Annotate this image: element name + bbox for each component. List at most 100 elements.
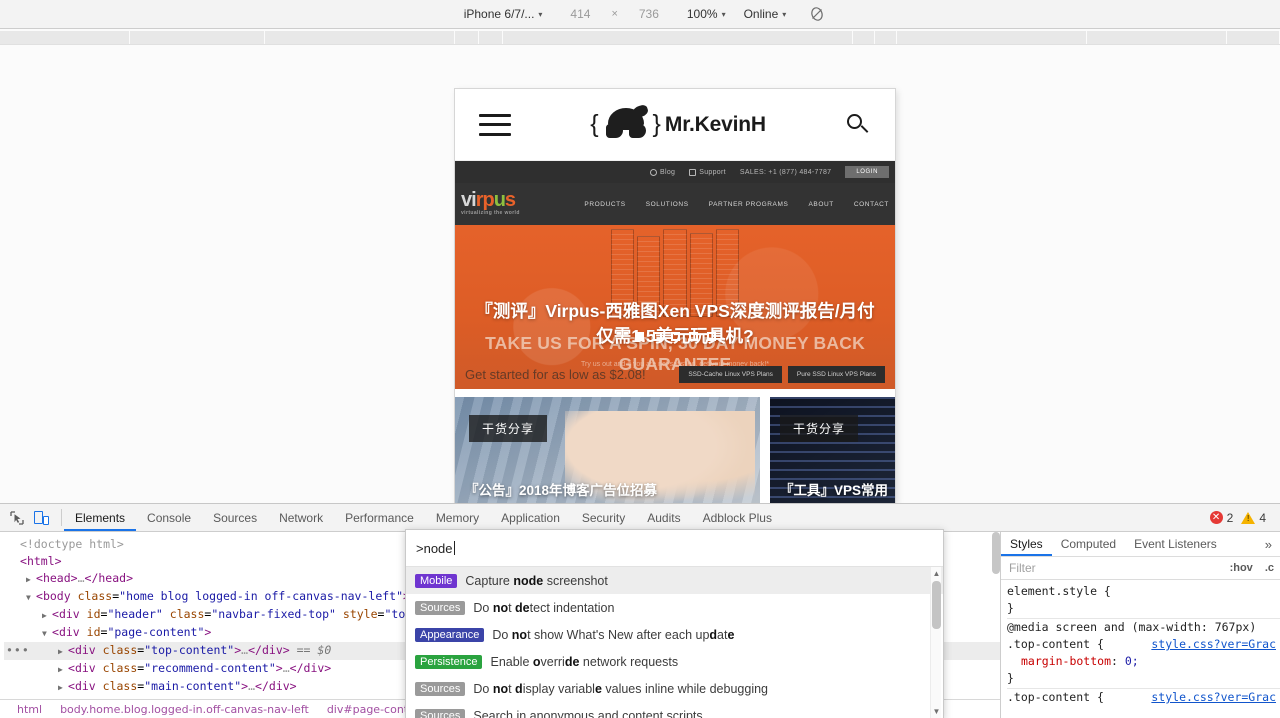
tab-console[interactable]: Console — [136, 504, 202, 531]
tab-memory[interactable]: Memory — [425, 504, 490, 531]
tab-performance[interactable]: Performance — [334, 504, 425, 531]
breadcrumb-item-html[interactable]: html — [8, 703, 51, 716]
styles-rules-list[interactable]: element.style { } @media screen and (max… — [1001, 580, 1280, 718]
style-property-name[interactable]: margin-bottom — [1021, 654, 1111, 668]
tab-sources[interactable]: Sources — [202, 504, 268, 531]
tab-event-listeners[interactable]: Event Listeners — [1125, 532, 1226, 556]
style-rule-media-top-content[interactable]: @media screen and (max-width: 767px) sty… — [1007, 619, 1280, 689]
disclosure-triangle-icon[interactable]: ▶ — [42, 607, 52, 624]
tab-audits[interactable]: Audits — [636, 504, 691, 531]
warning-count: 4 — [1259, 510, 1266, 525]
no-throttling-icon[interactable] — [809, 6, 825, 22]
device-dimensions-group[interactable]: 414 × 736 — [551, 5, 677, 23]
device-height-input[interactable]: 736 — [629, 5, 669, 23]
more-tabs-icon[interactable]: » — [1257, 532, 1280, 556]
device-select[interactable]: iPhone 6/7/... ▾ — [464, 7, 543, 21]
carousel-dot-2[interactable] — [652, 332, 662, 341]
device-frame[interactable]: { } Mr.KevinH Blog Support SALES: +1 (87… — [455, 89, 895, 503]
node-menu-icon[interactable]: ••• — [6, 642, 30, 659]
hero-nav-solutions[interactable]: SOLUTIONS — [646, 201, 689, 208]
command-palette[interactable]: >node Mobile Capture node screenshot Sourc… — [405, 529, 944, 718]
disclosure-triangle-icon[interactable]: ▶ — [58, 679, 68, 696]
disclosure-triangle-icon[interactable]: ▶ — [26, 571, 36, 588]
disclosure-triangle-icon[interactable]: ▶ — [58, 643, 68, 660]
carousel-dot-4[interactable] — [688, 332, 698, 341]
styles-filter-input[interactable]: Filter — [1009, 561, 1224, 575]
command-category-badge: Sources — [415, 600, 466, 615]
style-rule-selector-row[interactable]: style.css?ver=Grac .top-content { — [1007, 689, 1280, 706]
toggle-hov-button[interactable]: :hov — [1230, 562, 1259, 574]
search-icon[interactable] — [845, 112, 871, 138]
hero-nav-contact[interactable]: CONTACT — [854, 201, 889, 208]
network-throttle-group[interactable]: Online ▾ — [735, 7, 796, 21]
command-palette-result[interactable]: Appearance Do not show What's New after e… — [406, 621, 943, 648]
style-rule-selector-row[interactable]: style.css?ver=Grac .top-content { — [1007, 636, 1280, 653]
scrollbar-thumb[interactable] — [932, 581, 941, 629]
tab-network[interactable]: Network — [268, 504, 334, 531]
carousel-dot-1[interactable] — [634, 332, 644, 341]
breadcrumb-item-body[interactable]: body.home.blog.logged-in.off-canvas-nav-… — [51, 703, 318, 716]
hamburger-menu-icon[interactable] — [479, 113, 511, 136]
avatar — [603, 107, 649, 142]
style-rule-selector[interactable]: element.style { — [1007, 583, 1280, 600]
scroll-down-icon[interactable]: ▼ — [932, 707, 941, 716]
tab-application[interactable]: Application — [490, 504, 571, 531]
tab-computed[interactable]: Computed — [1052, 532, 1125, 556]
style-rule-element-style[interactable]: element.style { } — [1007, 583, 1280, 619]
style-rule-selector[interactable]: .top-content { — [1007, 637, 1104, 651]
hero-topbar-support[interactable]: Support — [689, 168, 726, 176]
hero-login-button[interactable]: LOGIN — [845, 166, 889, 178]
carousel-dot-5[interactable] — [706, 332, 716, 341]
zoom-select-label: 100% — [686, 7, 718, 21]
tab-elements[interactable]: Elements — [64, 504, 136, 531]
command-category-badge: Sources — [415, 681, 466, 696]
zoom-select[interactable]: 100% ▾ — [687, 7, 726, 21]
card-category-badge[interactable]: 干货分享 — [469, 415, 548, 442]
command-palette-scrollbar[interactable]: ▲ ▼ — [930, 567, 941, 718]
breadcrumb-item-page-content[interactable]: div#page-cont — [318, 703, 417, 716]
command-palette-results[interactable]: Mobile Capture node screenshot Sources Do n… — [406, 567, 943, 718]
style-rule-origin-link[interactable]: style.css?ver=Grac — [1151, 689, 1280, 706]
zoom-select-group[interactable]: 100% ▾ — [678, 7, 735, 21]
command-palette-result[interactable]: Sources Do not display variable values in… — [406, 675, 943, 702]
style-declaration[interactable]: margin-bottom: 0; — [1007, 653, 1280, 670]
style-rule-selector[interactable]: .top-content { — [1007, 690, 1104, 704]
disclosure-triangle-icon[interactable]: ▼ — [26, 589, 36, 606]
command-palette-input[interactable]: >node — [406, 530, 943, 567]
carousel-dot-3[interactable] — [670, 332, 680, 341]
scroll-up-icon[interactable]: ▲ — [932, 569, 941, 578]
command-palette-result[interactable]: Mobile Capture node screenshot — [406, 567, 943, 594]
disclosure-triangle-icon[interactable]: ▶ — [58, 661, 68, 678]
style-property-value[interactable]: 0; — [1125, 654, 1139, 668]
device-select-group[interactable]: iPhone 6/7/... ▾ — [455, 7, 552, 21]
devtools-issue-counters[interactable]: ✕ 2 4 — [1209, 504, 1280, 531]
hero-banner[interactable]: Blog Support SALES: +1 (877) 484-7787 LO… — [455, 161, 895, 389]
style-rule-origin-link[interactable]: style.css?ver=Grac — [1151, 636, 1280, 653]
tab-styles[interactable]: Styles — [1001, 532, 1052, 556]
command-palette-result[interactable]: Persistence Enable override network reque… — [406, 648, 943, 675]
hero-cta-button-ssd-cache[interactable]: SSD-Cache Linux VPS Plans — [679, 366, 782, 383]
command-palette-result[interactable]: Sources Do not detect indentation — [406, 594, 943, 621]
tab-adblock-plus[interactable]: Adblock Plus — [692, 504, 783, 531]
style-rule-top-content[interactable]: style.css?ver=Grac .top-content { — [1007, 689, 1280, 707]
hero-nav-products[interactable]: PRODUCTS — [584, 201, 625, 208]
hero-nav-partner-programs[interactable]: PARTNER PROGRAMS — [709, 201, 789, 208]
hero-cta-button-pure-ssd[interactable]: Pure SSD Linux VPS Plans — [787, 366, 885, 383]
site-brand[interactable]: { } Mr.KevinH — [590, 107, 766, 142]
toggle-cls-button[interactable]: .c — [1265, 562, 1280, 574]
toolbar-divider — [61, 509, 62, 526]
inspect-element-icon[interactable] — [10, 510, 24, 525]
card-category-badge[interactable]: 干货分享 — [780, 415, 859, 442]
command-palette-result[interactable]: Sources Search in anonymous and content s… — [406, 702, 943, 718]
dom-tree-scrollbar[interactable] — [992, 532, 1000, 574]
carousel-dots[interactable] — [455, 332, 895, 341]
hero-topbar-blog[interactable]: Blog — [650, 168, 675, 176]
post-card[interactable]: 干货分享 『工具』VPS常用 — [770, 397, 895, 503]
device-width-input[interactable]: 414 — [560, 5, 600, 23]
network-throttle-select[interactable]: Online ▾ — [744, 7, 787, 21]
tab-security[interactable]: Security — [571, 504, 636, 531]
post-card[interactable]: 干货分享 『公告』2018年博客广告位招募 — [455, 397, 760, 503]
toggle-device-toolbar-icon[interactable] — [34, 510, 49, 525]
hero-nav-about[interactable]: ABOUT — [808, 201, 833, 208]
disclosure-triangle-icon[interactable]: ▼ — [42, 625, 52, 642]
